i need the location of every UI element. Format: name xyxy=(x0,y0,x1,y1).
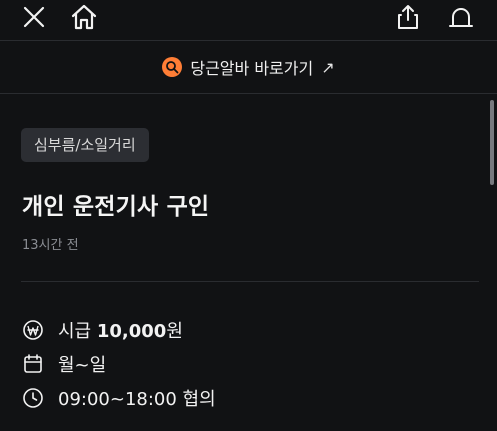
top-bar xyxy=(0,0,497,40)
scrollbar[interactable] xyxy=(490,100,494,185)
wage-label: 시급 xyxy=(58,321,92,342)
calendar-icon xyxy=(22,353,44,375)
post-time: 13시간 전 xyxy=(22,238,79,253)
work-days: 월~일 xyxy=(58,355,107,376)
wage-amount: 10,000 xyxy=(96,321,167,342)
hours-row: 09:00~18:00 협의 xyxy=(22,385,216,411)
alarm-icon[interactable] xyxy=(443,0,479,34)
alba-shortcut-banner[interactable]: 당근알바 바로가기 ↗ xyxy=(0,40,497,94)
share-icon[interactable] xyxy=(390,0,426,34)
category-badge[interactable]: 심부름/소일거리 xyxy=(21,128,149,162)
wage-unit: 원 xyxy=(166,321,183,342)
wage-row: 시급 10,000원 xyxy=(22,317,183,343)
job-post-content: 심부름/소일거리 개인 운전기사 구인 13시간 전 시급 10,000원 월~… xyxy=(0,95,497,431)
post-title: 개인 운전기사 구인 xyxy=(22,194,210,220)
days-row: 월~일 xyxy=(22,351,106,377)
close-icon[interactable] xyxy=(16,0,52,34)
divider xyxy=(21,281,479,282)
home-icon[interactable] xyxy=(66,0,102,34)
external-arrow-icon: ↗ xyxy=(321,57,335,77)
daangn-alba-logo-icon xyxy=(162,57,183,77)
clock-icon xyxy=(22,387,44,409)
work-hours: 09:00~18:00 협의 xyxy=(58,389,216,410)
won-coin-icon xyxy=(22,319,44,341)
banner-label: 당근알바 바로가기 xyxy=(190,59,314,78)
